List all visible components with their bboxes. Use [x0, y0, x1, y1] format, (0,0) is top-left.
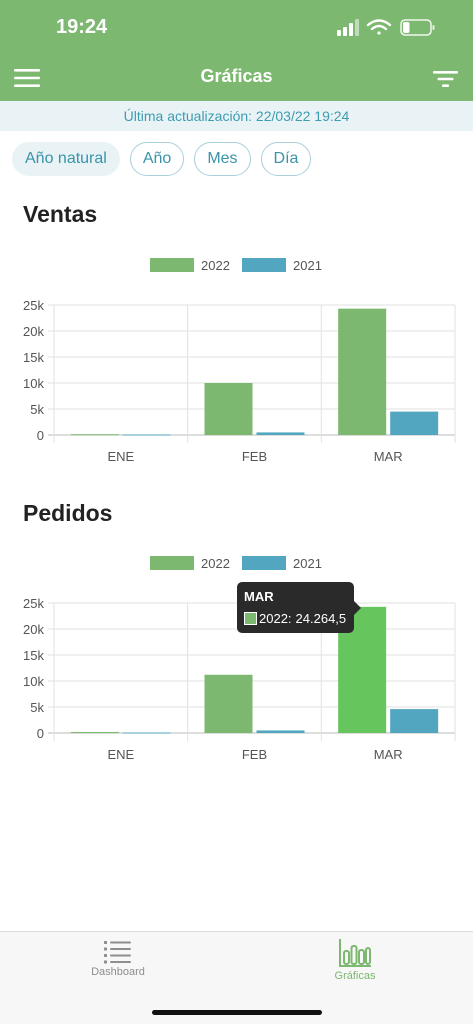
tab-graficas[interactable]: Gráficas: [295, 938, 415, 994]
legend-label-2022: 2022: [201, 556, 230, 571]
tab-bar: Dashboard Gráficas: [0, 931, 473, 1024]
y-tick-label: 0: [37, 428, 44, 443]
status-bar: 19:24: [0, 0, 473, 52]
tooltip-color-swatch: [244, 612, 257, 625]
bar-2021-ENE: [122, 434, 171, 436]
x-tick-label: FEB: [242, 747, 267, 762]
y-tick-label: 10k: [23, 376, 44, 391]
status-icons: [337, 19, 435, 36]
home-indicator: [152, 1010, 322, 1015]
bar-2022-FEB: [204, 674, 253, 733]
bar-2021-ENE: [122, 732, 171, 734]
wifi-icon: [366, 19, 392, 35]
section-title-ventas: Ventas: [23, 201, 98, 227]
legend-label-2021: 2021: [293, 556, 322, 571]
chart-tooltip: MAR 2022: 24.264,5: [237, 582, 361, 633]
tooltip-value-line: 2022: 24.264,5: [259, 611, 346, 626]
battery-icon: [400, 19, 435, 36]
section-title-pedidos: Pedidos: [23, 500, 113, 526]
x-tick-label: ENE: [107, 747, 134, 762]
period-filters: Año natural Año Mes Día: [12, 142, 312, 176]
tab-dashboard[interactable]: Dashboard: [58, 938, 178, 994]
navigation-bar: Gráficas: [0, 52, 473, 101]
list-icon: [104, 941, 131, 964]
filter-icon: [433, 71, 458, 87]
y-tick-label: 25k: [23, 596, 44, 611]
x-tick-label: ENE: [107, 449, 134, 464]
chart-svg: 2022 2021 0 5k 10k 15k 20k 25k ENE FEB MAR: [23, 258, 456, 464]
page-title: Gráficas: [200, 66, 273, 86]
bar-2021-MAR: [390, 411, 439, 435]
pedidos-chart: 2022 2021 0 5k 10k 15k 20k 25k ENE FEB MAR: [0, 543, 473, 763]
bar-2022-ENE: [70, 434, 119, 436]
x-tick-label: FEB: [242, 449, 267, 464]
status-time: 19:24: [56, 16, 108, 38]
bar-2021-FEB: [256, 432, 305, 435]
bar-2022-ENE: [70, 731, 119, 733]
last-update-bar: Última actualización: 22/03/22 19:24: [0, 101, 473, 131]
bar-2022-FEB: [204, 383, 253, 435]
y-tick-label: 10k: [23, 674, 44, 689]
tooltip-title: MAR: [244, 589, 274, 604]
tooltip-series: 2022:: [259, 611, 292, 626]
legend-label-2022: 2022: [201, 258, 230, 273]
x-tick-label: MAR: [374, 449, 403, 464]
signal-icon: [337, 19, 359, 36]
filter-chip-ano[interactable]: Año: [129, 142, 185, 176]
filter-chip-mes[interactable]: Mes: [194, 142, 251, 176]
legend-swatch-2022: [150, 258, 194, 272]
y-tick-label: 5k: [30, 402, 44, 417]
x-tick-label: MAR: [374, 747, 403, 762]
legend-swatch-2021: [242, 556, 286, 570]
tab-graficas-label: Gráficas: [334, 970, 376, 982]
filter-button[interactable]: [432, 69, 460, 89]
tooltip-value: 24.264,5: [295, 611, 347, 626]
legend-swatch-2021: [242, 258, 286, 272]
y-tick-label: 20k: [23, 324, 44, 339]
bar-chart-icon: [339, 939, 371, 967]
tooltip-arrow: [354, 601, 361, 615]
filter-chip-dia[interactable]: Día: [260, 142, 312, 176]
y-tick-label: 5k: [30, 700, 44, 715]
y-tick-label: 25k: [23, 298, 44, 313]
bar-2021-MAR: [390, 709, 439, 733]
bar-2021-FEB: [256, 730, 305, 733]
ventas-chart: 2022 2021 0 5k 10k 15k 20k 25k ENE FEB MAR: [0, 245, 473, 465]
legend-label-2021: 2021: [293, 258, 322, 273]
last-update-text: Última actualización: 22/03/22 19:24: [123, 108, 350, 124]
y-tick-label: 0: [37, 726, 44, 741]
chart-svg: 2022 2021 0 5k 10k 15k 20k 25k ENE FEB MAR: [23, 556, 456, 762]
legend-swatch-2022: [150, 556, 194, 570]
bar-2022-MAR: [338, 308, 387, 435]
y-tick-label: 20k: [23, 622, 44, 637]
tab-dashboard-label: Dashboard: [91, 966, 145, 978]
y-tick-label: 15k: [23, 350, 44, 365]
y-tick-label: 15k: [23, 648, 44, 663]
filter-chip-ano-natural[interactable]: Año natural: [12, 142, 120, 176]
